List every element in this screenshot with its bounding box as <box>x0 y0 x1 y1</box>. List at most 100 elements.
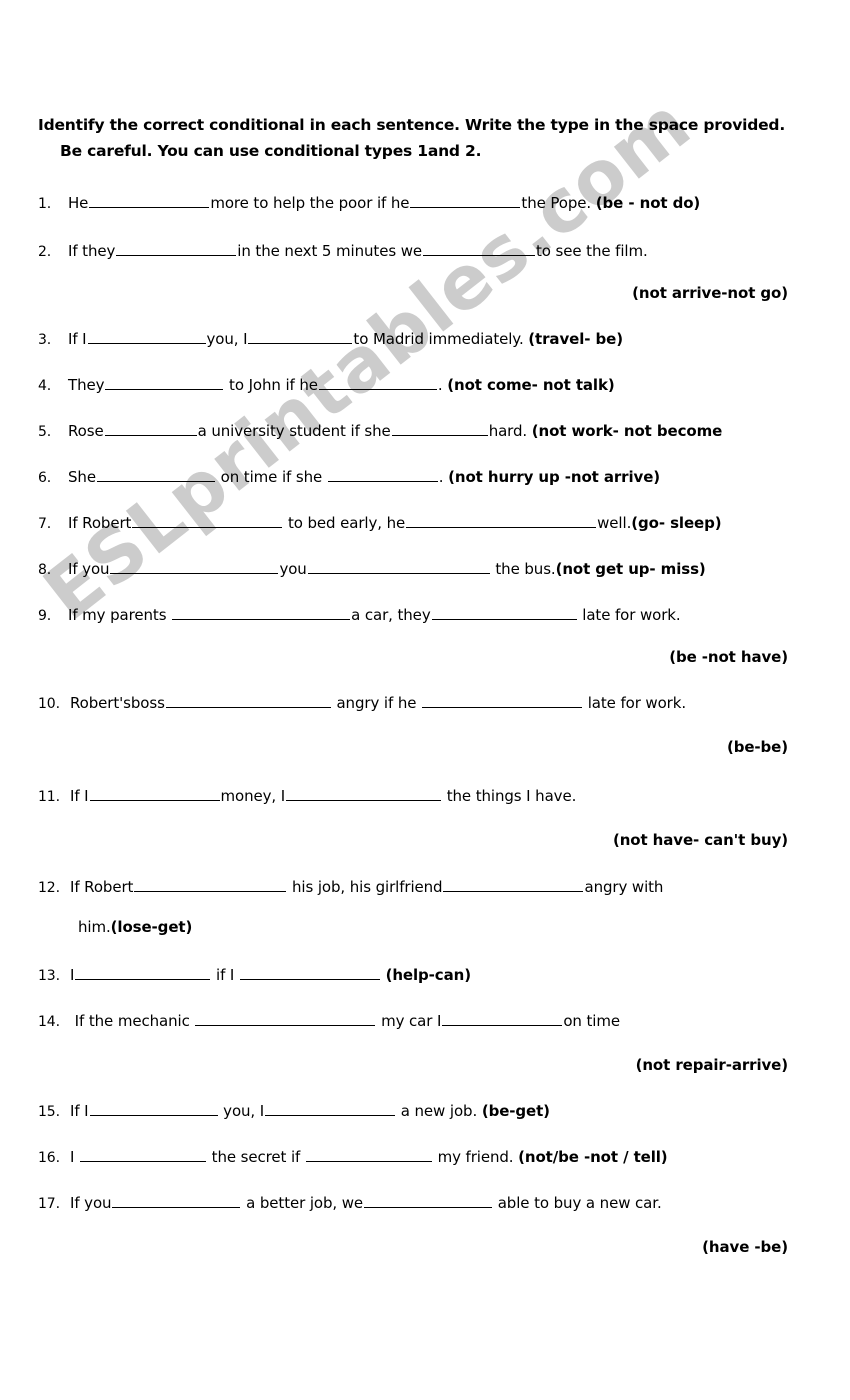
answer-blank[interactable] <box>89 787 220 801</box>
item-text-post: . <box>437 376 443 394</box>
item-text-mid: if I <box>216 966 235 984</box>
verb-cue-row-17: (have -be) <box>38 1238 828 1256</box>
item-number: 15. <box>38 1104 60 1120</box>
item-text-pre: They <box>68 376 105 394</box>
item-text-post: on time <box>563 1012 620 1030</box>
verb-cue: (travel- be) <box>528 330 623 348</box>
item-number: 12. <box>38 880 60 896</box>
answer-blank[interactable] <box>265 1102 396 1116</box>
item-text-mid: angry if he <box>336 694 417 712</box>
verb-cue-row-11: (not have- can't buy) <box>38 831 828 849</box>
exercise-item-16: 16. I the secret if my friend. (not/be -n… <box>38 1146 828 1169</box>
answer-blank[interactable] <box>423 242 536 256</box>
item-text-post: the Pope. <box>521 194 592 212</box>
exercise-item-14: 14. If the mechanic my car I on time <box>38 1010 828 1033</box>
verb-cue: (be-be) <box>726 738 788 756</box>
answer-blank[interactable] <box>75 966 211 980</box>
item-number: 14. <box>38 1014 60 1030</box>
exercise-item-5: 5. Rose a university student if she hard. (… <box>38 420 828 443</box>
answer-blank[interactable] <box>248 330 353 344</box>
item-text-mid: you <box>279 560 307 578</box>
answer-blank[interactable] <box>134 878 287 892</box>
item-text-mid: his job, his girlfriend <box>291 878 443 896</box>
item-text-post: a new job. <box>400 1102 478 1120</box>
verb-cue: (not hurry up -not arrive) <box>448 468 661 486</box>
item-text-mid: a car, they <box>351 606 431 624</box>
exercise-item-7: 7. If Robert to bed early, he well.(go- sl… <box>38 512 828 535</box>
item-text-pre: I <box>70 966 75 984</box>
verb-cue: (lose-get) <box>110 918 193 936</box>
item-text-pre: If Robert <box>70 878 134 896</box>
verb-cue: (not get up- miss) <box>555 560 706 578</box>
instructions-block: Identify the correct conditional in each… <box>38 112 818 164</box>
answer-blank[interactable] <box>96 468 215 482</box>
answer-blank[interactable] <box>87 330 206 344</box>
verb-cue: (not have- can't buy) <box>612 831 788 849</box>
item-text-mid: more to help the poor if he <box>210 194 410 212</box>
answer-blank[interactable] <box>327 468 438 482</box>
verb-cue-row-2: (not arrive-not go) <box>38 284 828 302</box>
item-text-mid: you, I <box>223 1102 265 1120</box>
exercise-item-12-continuation: him.(lose-get) <box>38 918 828 936</box>
exercise-item-13: 13. I if I (help-can) <box>38 964 828 987</box>
item-text-post: the bus. <box>495 560 556 578</box>
answer-blank[interactable] <box>172 606 351 620</box>
answer-blank[interactable] <box>286 787 442 801</box>
instructions-line-1: Identify the correct conditional in each… <box>38 116 786 134</box>
item-text-pre: If you <box>68 560 110 578</box>
answer-blank[interactable] <box>239 966 380 980</box>
answer-blank[interactable] <box>307 560 490 574</box>
item-text-mid: money, I <box>220 787 286 805</box>
item-number: 11. <box>38 789 60 805</box>
answer-blank[interactable] <box>391 422 488 436</box>
answer-blank[interactable] <box>89 194 210 208</box>
item-text-pre: If I <box>70 787 89 805</box>
item-number: 17. <box>38 1196 60 1212</box>
item-text-pre: If the mechanic <box>70 1012 190 1030</box>
verb-cue-row-9: (be -not have) <box>38 648 828 666</box>
exercise-item-12: 12. If Robert his job, his girlfriend angr… <box>38 876 828 899</box>
answer-blank[interactable] <box>422 694 583 708</box>
answer-blank[interactable] <box>431 606 577 620</box>
item-number: 4. <box>38 378 52 394</box>
answer-blank[interactable] <box>195 1012 376 1026</box>
item-number: 1. <box>38 196 52 212</box>
item-text-mid: the secret if <box>211 1148 301 1166</box>
verb-cue-row-14: (not repair-arrive) <box>38 1056 828 1074</box>
item-text-pre: If they <box>68 242 116 260</box>
verb-cue: (not/be -not / tell) <box>518 1148 668 1166</box>
item-text-mid: a better job, we <box>246 1194 364 1212</box>
answer-blank[interactable] <box>104 422 197 436</box>
answer-blank[interactable] <box>112 1194 241 1208</box>
exercise-item-15: 15. If I you, I a new job. (be-get) <box>38 1100 828 1123</box>
answer-blank[interactable] <box>110 560 279 574</box>
answer-blank[interactable] <box>406 514 597 528</box>
item-number: 2. <box>38 244 52 260</box>
answer-blank[interactable] <box>132 514 283 528</box>
exercise-item-3: 3. If I you, I to Madrid immediately. (trav… <box>38 328 828 351</box>
answer-blank[interactable] <box>318 376 437 390</box>
item-text-continuation: him. <box>78 918 111 936</box>
answer-blank[interactable] <box>80 1148 206 1162</box>
verb-cue: (have -be) <box>702 1238 788 1256</box>
item-text-mid: on time if she <box>220 468 323 486</box>
answer-blank[interactable] <box>442 1012 563 1026</box>
answer-blank[interactable] <box>364 1194 493 1208</box>
item-text-mid: in the next 5 minutes we <box>237 242 423 260</box>
answer-blank[interactable] <box>105 376 224 390</box>
item-text-post: the things I have. <box>446 787 577 805</box>
answer-blank[interactable] <box>443 878 584 892</box>
verb-cue: (not arrive-not go) <box>632 284 788 302</box>
answer-blank[interactable] <box>116 242 237 256</box>
item-text-post: hard. <box>488 422 528 440</box>
answer-blank[interactable] <box>89 1102 218 1116</box>
exercise-item-10: 10. Robert'sboss angry if he late for wor… <box>38 692 828 715</box>
item-number: 10. <box>38 696 60 712</box>
verb-cue: (be - not do) <box>595 194 701 212</box>
item-text-pre: Robert'sboss <box>70 694 165 712</box>
answer-blank[interactable] <box>410 194 521 208</box>
exercise-item-2: 2. If they in the next 5 minutes we to see … <box>38 240 828 263</box>
item-text-post: late for work. <box>582 606 681 624</box>
answer-blank[interactable] <box>305 1148 432 1162</box>
answer-blank[interactable] <box>165 694 331 708</box>
